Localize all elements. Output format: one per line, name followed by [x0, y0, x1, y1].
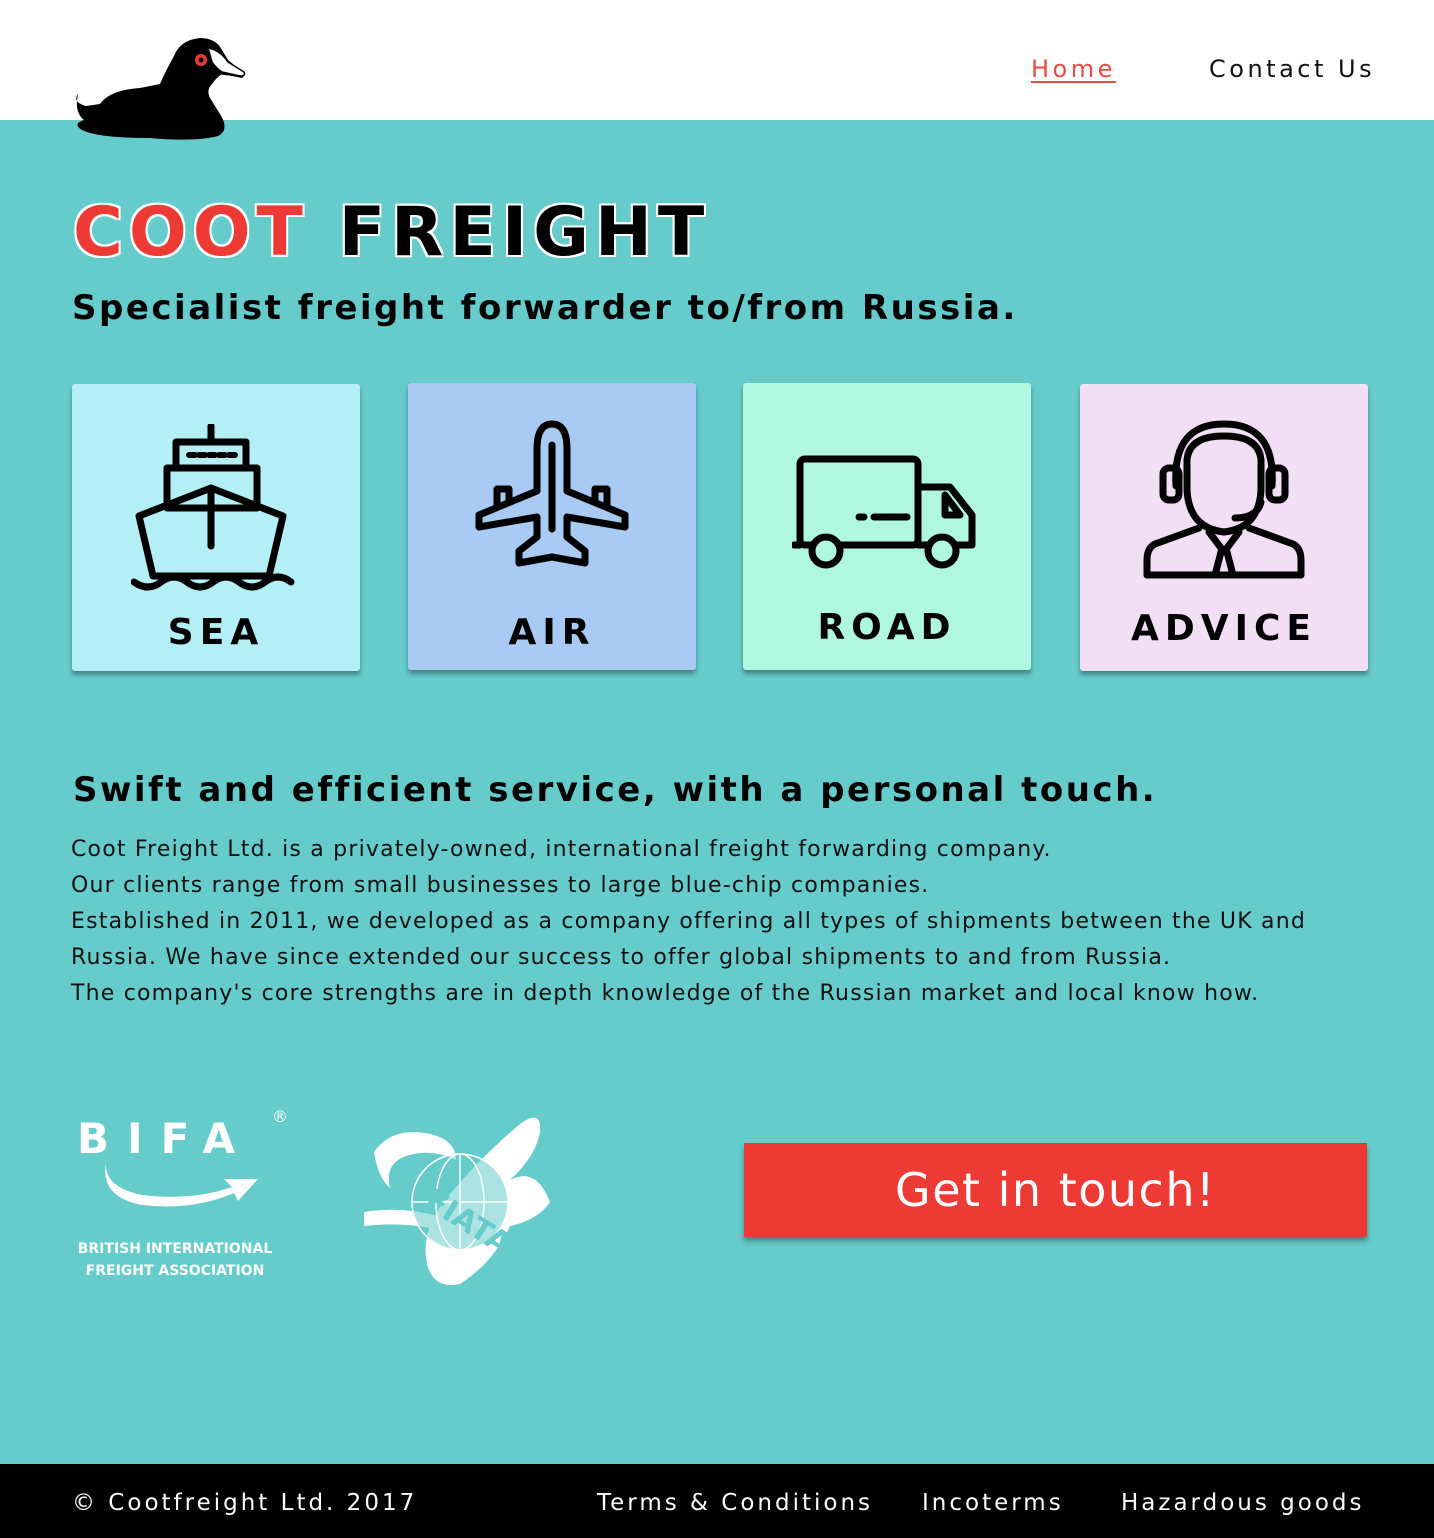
about-heading: Swift and efficient service, with a pers… — [73, 770, 1158, 810]
service-card-sea[interactable]: SEA — [72, 384, 360, 671]
ship-icon — [131, 424, 295, 591]
coot-logo-icon[interactable] — [70, 34, 250, 144]
footer-link-hazardous-goods[interactable]: Hazardous goods — [1121, 1490, 1364, 1516]
truck-icon — [792, 455, 976, 569]
about-line: Coot Freight Ltd. is a privately-owned, … — [71, 837, 1052, 862]
bifa-registered-mark: ® — [272, 1107, 288, 1126]
about-line: Our clients range from small businesses … — [71, 873, 930, 898]
nav-home-link[interactable]: Home — [1031, 55, 1116, 83]
service-card-air[interactable]: AIR — [408, 383, 696, 670]
site-footer: © Cootfreight Ltd. 2017 Terms & Conditio… — [0, 1464, 1434, 1538]
about-text: Coot Freight Ltd. is a privately-owned, … — [71, 832, 1371, 1012]
about-line: The company's core strengths are in dept… — [71, 981, 1260, 1006]
service-label: ADVICE — [1130, 608, 1317, 649]
service-label: SEA — [167, 612, 265, 653]
headset-agent-icon — [1143, 420, 1305, 579]
about-line: Established in 2011, we developed as a c… — [71, 909, 1307, 934]
bifa-wordmark: BIFA — [77, 1114, 253, 1163]
service-card-road[interactable]: ROAD — [743, 383, 1031, 670]
bifa-line-2: FREIGHT ASSOCIATION — [86, 1263, 265, 1279]
title-freight: FREIGHT — [338, 193, 711, 272]
airplane-icon — [475, 420, 629, 567]
page-subtitle: Specialist freight forwarder to/from Rus… — [72, 288, 1018, 328]
footer-copyright: © Cootfreight Ltd. 2017 — [72, 1490, 418, 1516]
page-title: COOT FREIGHT — [72, 188, 711, 278]
service-card-advice[interactable]: ADVICE — [1080, 384, 1368, 671]
footer-link-incoterms[interactable]: Incoterms — [922, 1490, 1064, 1516]
title-coot: COOT — [72, 192, 309, 273]
about-line: Russia. We have since extended our succe… — [71, 945, 1172, 970]
bifa-line-1: BRITISH INTERNATIONAL — [78, 1241, 273, 1257]
footer-link-terms[interactable]: Terms & Conditions — [597, 1490, 873, 1516]
service-label: AIR — [508, 612, 596, 653]
get-in-touch-button[interactable]: Get in touch! — [744, 1143, 1367, 1237]
bifa-logo: BIFA ® BRITISH INTERNATIONAL FREIGHT ASS… — [77, 1107, 288, 1279]
nav-contact-link[interactable]: Contact Us — [1209, 55, 1375, 83]
fiata-logo: FIATA — [364, 1117, 550, 1285]
service-label: ROAD — [817, 607, 957, 648]
